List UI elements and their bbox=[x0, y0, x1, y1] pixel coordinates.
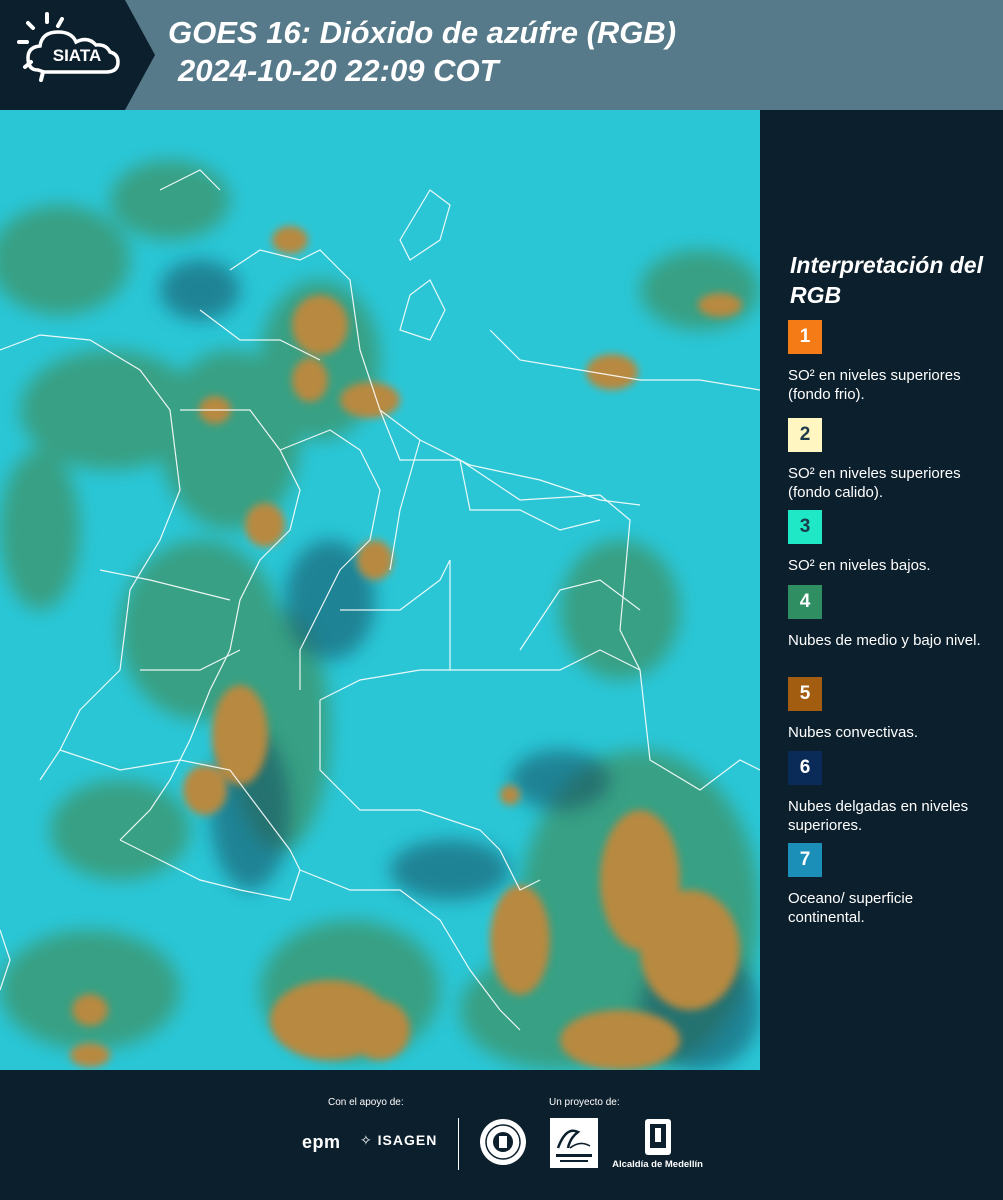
legend-label-5: Nubes convectivas. bbox=[788, 724, 919, 741]
legend-label-2: SO² en niveles superiores (fondo calido)… bbox=[788, 465, 961, 501]
footer-divider bbox=[458, 1118, 459, 1170]
title-line-1: GOES 16: Dióxido de azúfre (RGB) bbox=[168, 15, 677, 50]
legend-swatch-1: 1 bbox=[788, 320, 822, 354]
title-line-2: 2024-10-20 22:09 COT bbox=[178, 53, 499, 88]
footer: Con el apoyo de: Un proyecto de: epm ✧ I… bbox=[0, 1070, 1003, 1200]
legend-label-3: SO² en niveles bajos. bbox=[788, 557, 931, 574]
legend-item-3: 3 SO² en niveles bajos. bbox=[788, 510, 988, 575]
legend-label-6: Nubes delgadas en niveles superiores. bbox=[788, 798, 969, 834]
medellin-university-seal bbox=[480, 1119, 526, 1165]
legend-swatch-7: 7 bbox=[788, 843, 822, 877]
legend-swatch-4: 4 bbox=[788, 585, 822, 619]
alcaldia-shield-icon bbox=[645, 1119, 671, 1155]
support-caption: Con el apoyo de: bbox=[328, 1097, 404, 1108]
isagen-logo: ✧ ISAGEN bbox=[360, 1132, 437, 1149]
satellite-map bbox=[0, 110, 760, 1070]
legend-swatch-3: 3 bbox=[788, 510, 822, 544]
legend-swatch-6: 6 bbox=[788, 751, 822, 785]
legend-swatch-2: 2 bbox=[788, 418, 822, 452]
legend-swatch-5: 5 bbox=[788, 677, 822, 711]
legend-item-5: 5 Nubes convectivas. bbox=[788, 677, 988, 742]
header-logo-panel: SIATA bbox=[0, 0, 155, 110]
legend-item-7: 7 Oceano/ superficie continental. bbox=[788, 843, 988, 927]
alcaldia-logo: Alcaldía de Medellín bbox=[610, 1117, 705, 1170]
project-caption: Un proyecto de: bbox=[549, 1097, 620, 1108]
legend-label-7: Oceano/ superficie continental. bbox=[788, 890, 914, 926]
area-metropolitana-logo bbox=[550, 1118, 598, 1168]
epm-logo: epm bbox=[302, 1132, 341, 1152]
legend-item-4: 4 Nubes de medio y bajo nivel. bbox=[788, 585, 988, 650]
area-metropolitana-icon bbox=[556, 1129, 592, 1162]
legend-item-6: 6 Nubes delgadas en niveles superiores. bbox=[788, 751, 988, 835]
legend-item-1: 1 SO² en niveles superiores (fondo frio)… bbox=[788, 320, 988, 404]
legend-title: Interpretación del RGB bbox=[790, 252, 983, 308]
alcaldia-text: Alcaldía de Medellín bbox=[612, 1159, 703, 1170]
isagen-logo-text: ISAGEN bbox=[377, 1132, 438, 1148]
legend-item-2: 2 SO² en niveles superiores (fondo calid… bbox=[788, 418, 988, 502]
siata-logo-text: SIATA bbox=[53, 46, 101, 65]
header-bar: SIATA GOES 16: Dióxido de azúfre (RGB) 2… bbox=[0, 0, 1003, 110]
isagen-mark-icon: ✧ bbox=[360, 1132, 373, 1148]
legend-label-1: SO² en niveles superiores (fondo frio). bbox=[788, 367, 961, 403]
legend-panel: Interpretación del RGB 1 SO² en niveles … bbox=[760, 110, 1003, 1070]
legend-label-4: Nubes de medio y bajo nivel. bbox=[788, 632, 981, 649]
page-title: GOES 16: Dióxido de azúfre (RGB) 2024-10… bbox=[168, 14, 676, 90]
